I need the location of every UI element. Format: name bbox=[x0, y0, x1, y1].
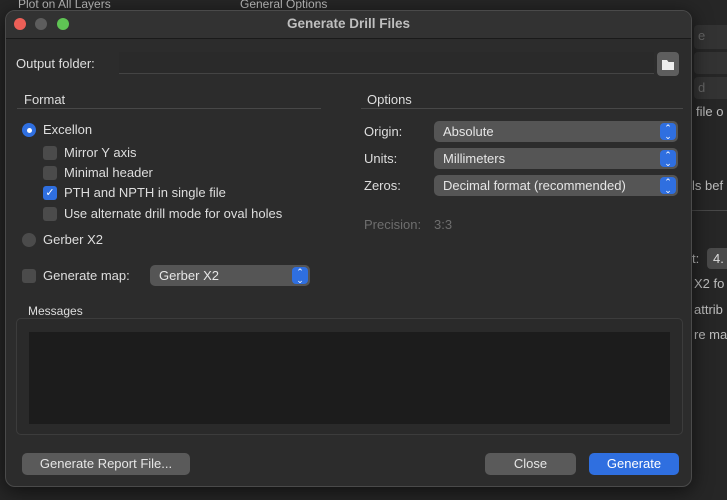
browse-folder-button[interactable] bbox=[657, 52, 679, 76]
chevron-updown-icon: ⌃ ⌄ bbox=[660, 123, 676, 141]
messages-group bbox=[16, 318, 683, 435]
minimal-header-label: Minimal header bbox=[64, 165, 153, 180]
generate-report-file-button[interactable]: Generate Report File... bbox=[22, 453, 190, 475]
precision-value: 3:3 bbox=[434, 217, 453, 232]
generate-button[interactable]: Generate bbox=[589, 453, 679, 475]
format-heading: Format bbox=[24, 92, 66, 107]
mirror-y-checkbox[interactable] bbox=[43, 146, 57, 160]
close-button[interactable]: Close bbox=[485, 453, 576, 475]
zeros-select[interactable]: Decimal format (recommended) ⌃ ⌄ bbox=[434, 175, 678, 196]
excellon-label: Excellon bbox=[43, 122, 93, 137]
bg-divider bbox=[692, 210, 727, 211]
minimize-window-button[interactable] bbox=[35, 18, 47, 30]
title-bar: Generate Drill Files bbox=[6, 11, 691, 39]
alternate-drill-checkbox[interactable] bbox=[43, 207, 57, 221]
bg-field: d bbox=[694, 77, 727, 99]
alternate-drill-label: Use alternate drill mode for oval holes bbox=[64, 206, 283, 221]
messages-textarea[interactable] bbox=[29, 332, 670, 424]
units-label: Units: bbox=[364, 151, 398, 166]
bg-text: re ma bbox=[694, 327, 727, 342]
origin-value: Absolute bbox=[443, 124, 494, 139]
bg-field: 4. bbox=[707, 248, 727, 269]
bg-text: X2 fo bbox=[694, 276, 725, 291]
minimal-header-checkbox[interactable] bbox=[43, 166, 57, 180]
gerber-x2-radio[interactable] bbox=[22, 233, 36, 247]
dialog-title: Generate Drill Files bbox=[286, 16, 411, 31]
origin-select[interactable]: Absolute ⌃ ⌄ bbox=[434, 121, 678, 142]
precision-label: Precision: bbox=[364, 217, 422, 232]
bg-text: ls bef bbox=[692, 178, 724, 193]
pth-npth-label: PTH and NPTH in single file bbox=[64, 185, 226, 200]
bg-field: e bbox=[694, 25, 727, 49]
origin-label: Origin: bbox=[364, 124, 403, 139]
chevron-updown-icon: ⌃ ⌄ bbox=[660, 177, 676, 195]
gerber-x2-label: Gerber X2 bbox=[43, 232, 103, 247]
output-folder-input[interactable] bbox=[119, 52, 654, 74]
units-select[interactable]: Millimeters ⌃ ⌄ bbox=[434, 148, 678, 169]
excellon-radio[interactable] bbox=[22, 123, 36, 137]
mirror-y-label: Mirror Y axis bbox=[64, 145, 137, 160]
chevron-updown-icon: ⌃ ⌄ bbox=[660, 150, 676, 168]
output-folder-label: Output folder: bbox=[16, 56, 95, 71]
map-format-value: Gerber X2 bbox=[159, 268, 219, 283]
close-window-button[interactable] bbox=[14, 18, 26, 30]
zoom-window-button[interactable] bbox=[57, 18, 69, 30]
bg-text: t: bbox=[692, 251, 700, 266]
generate-map-checkbox[interactable] bbox=[22, 269, 36, 283]
zeros-value: Decimal format (recommended) bbox=[443, 178, 626, 193]
bg-text: attrib bbox=[694, 302, 723, 317]
chevron-updown-icon: ⌃ ⌄ bbox=[292, 267, 308, 285]
format-divider bbox=[17, 108, 321, 109]
units-value: Millimeters bbox=[443, 151, 506, 166]
pth-npth-checkbox[interactable]: ✓ bbox=[43, 186, 57, 200]
generate-map-label: Generate map: bbox=[43, 268, 130, 283]
folder-icon bbox=[662, 60, 674, 70]
generate-drill-files-dialog: Generate Drill Files Output folder: Form… bbox=[5, 10, 692, 487]
map-format-select[interactable]: Gerber X2 ⌃ ⌄ bbox=[150, 265, 310, 286]
options-divider bbox=[361, 108, 683, 109]
checkmark-icon: ✓ bbox=[45, 187, 55, 199]
messages-label: Messages bbox=[28, 304, 83, 318]
zeros-label: Zeros: bbox=[364, 178, 401, 193]
bg-text: file o bbox=[696, 104, 724, 119]
options-heading: Options bbox=[367, 92, 412, 107]
bg-field bbox=[694, 52, 727, 74]
